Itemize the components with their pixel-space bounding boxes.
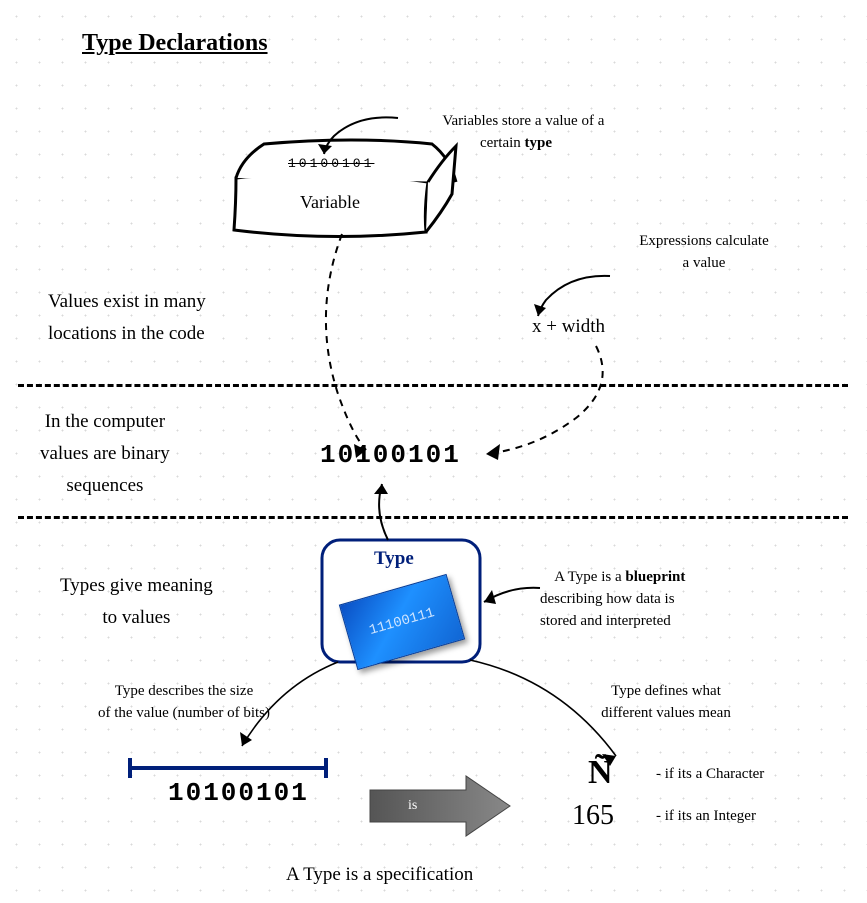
annot-blueprint-a: A Type is a	[554, 569, 625, 585]
binary-bottom: 10100101	[168, 778, 309, 808]
blueprint-chip-text: 11100111	[367, 605, 436, 639]
variable-label: Variable	[300, 192, 360, 213]
char-glyph: Ñ	[588, 754, 613, 792]
expression-text: x + width	[532, 316, 605, 338]
if-int: - if its an Integer	[656, 808, 756, 825]
binary-center: 10100101	[320, 440, 461, 470]
annot-variable-bold: type	[525, 135, 553, 151]
annot-variable-text: Variables store a value of a certain	[442, 113, 604, 151]
divider-1	[18, 384, 848, 387]
footer: A Type is a specification	[286, 864, 473, 886]
binary-in-box: 10100101	[288, 156, 374, 171]
annot-blueprint: A Type is a blueprint describing how dat…	[540, 544, 780, 654]
annot-blueprint-bold: blueprint	[625, 569, 685, 585]
is-label: is	[408, 798, 417, 814]
type-label: Type	[374, 548, 414, 570]
annot-blueprint-b: describing how data is stored and interp…	[540, 591, 675, 629]
annot-variable: Variables store a value of a certain typ…	[386, 88, 646, 176]
diagram-canvas: Type Declarations Variables store a valu…	[0, 0, 867, 903]
if-char: - if its a Character	[656, 766, 764, 783]
body-binary: In the computer values are binary sequen…	[40, 406, 170, 502]
annot-meaning: Type defines what different values mean	[556, 680, 776, 724]
page-title: Type Declarations	[82, 30, 268, 57]
divider-2	[18, 516, 848, 519]
body-values-locations: Values exist in many locations in the co…	[48, 286, 206, 350]
annot-size: Type describes the size of the value (nu…	[54, 680, 314, 724]
int-value: 165	[572, 800, 614, 832]
body-types-meaning: Types give meaning to values	[60, 570, 213, 634]
blueprint-chip: 11100111	[339, 574, 465, 670]
annot-expression: Expressions calculate a value	[604, 230, 804, 274]
